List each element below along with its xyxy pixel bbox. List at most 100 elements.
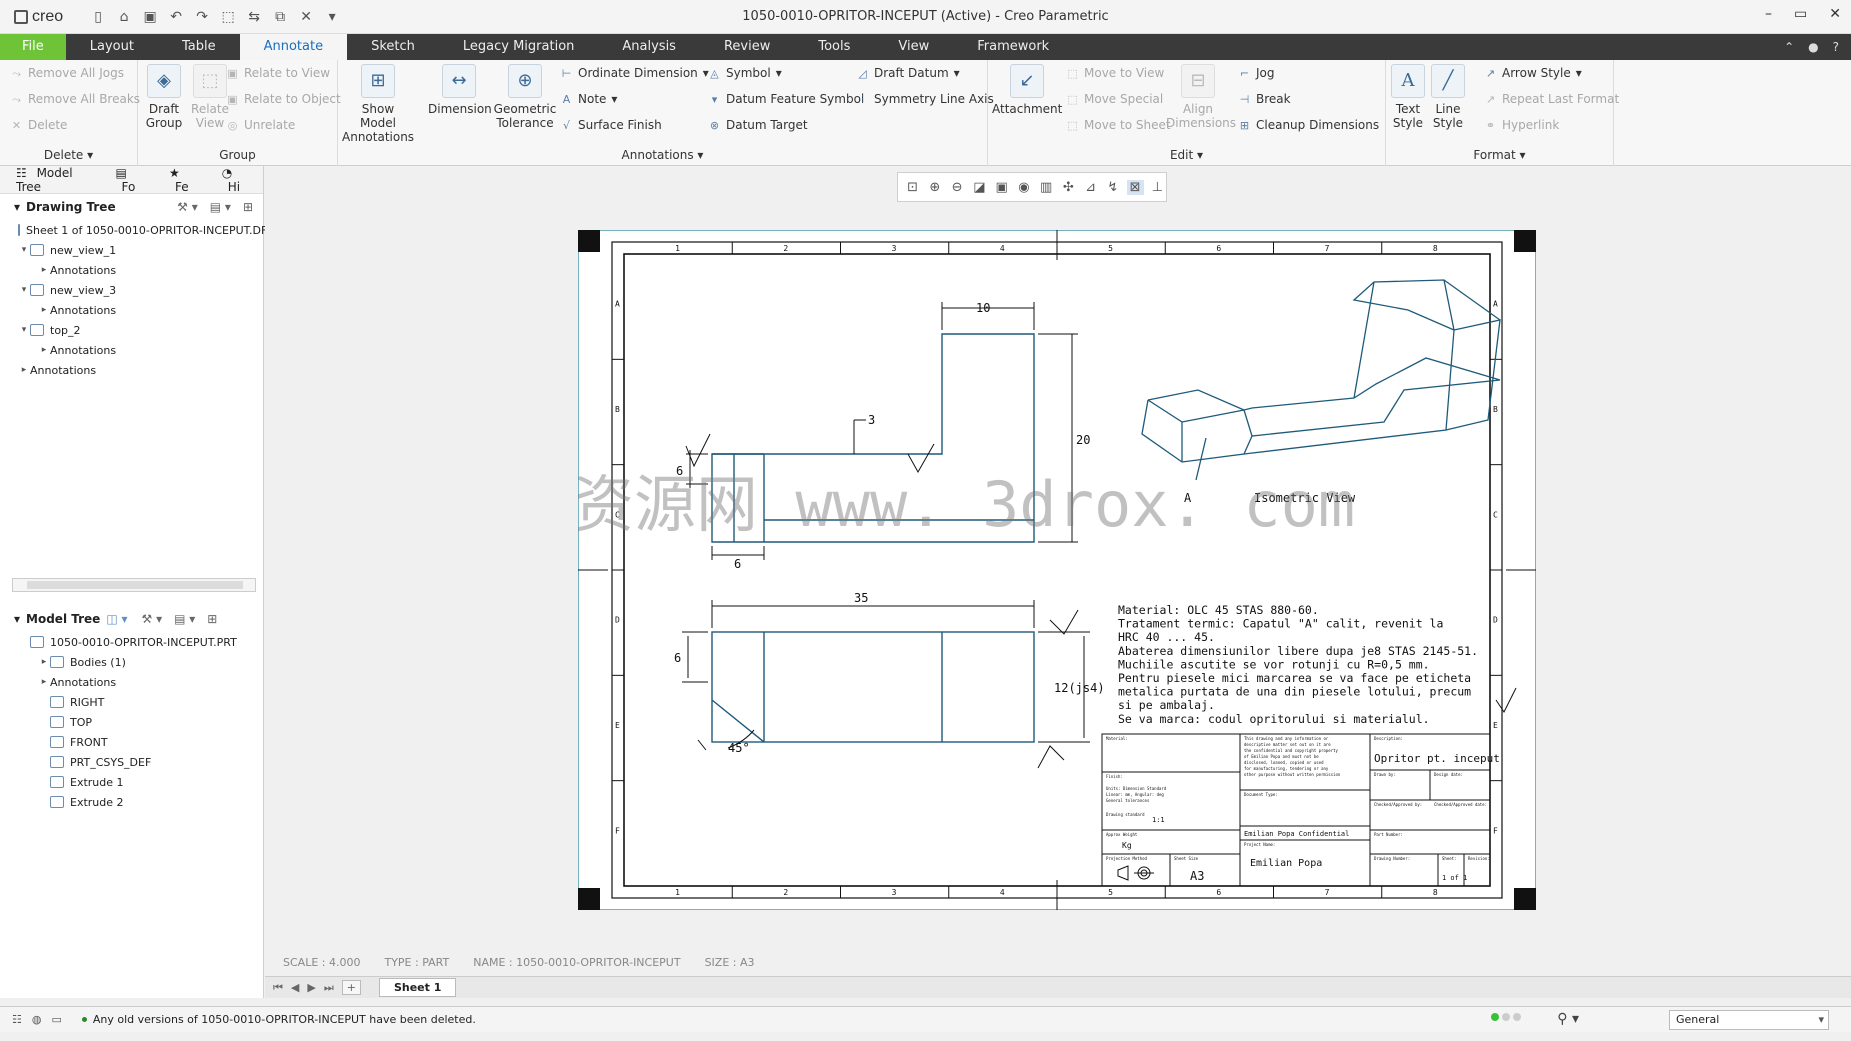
tab-sketch[interactable]: Sketch [347, 34, 439, 60]
tab-model-tree[interactable]: ☷ Model Tree [10, 163, 106, 197]
repeat-last-format-button[interactable]: ↗ Repeat Last Format [1484, 92, 1619, 106]
new-file-icon[interactable]: ▯ [89, 9, 107, 25]
cleanup-dimensions-button[interactable]: ⊞ Cleanup Dimensions [1238, 118, 1379, 132]
maximize-icon[interactable]: ▭ [1794, 6, 1807, 22]
tab-layout[interactable]: Layout [66, 34, 158, 60]
expand-arrow-icon[interactable]: ▾ [18, 285, 30, 295]
ordinate-dimension-button[interactable]: ⊢ Ordinate Dimension ▾ [560, 66, 709, 80]
jog-button[interactable]: ⌐ Jog [1238, 66, 1275, 80]
tree-node[interactable]: RIGHT [0, 692, 263, 712]
title-scale[interactable]: 1:1 [1152, 816, 1165, 824]
expand-arrow-icon[interactable]: ▾ [18, 325, 30, 335]
find-icon[interactable]: ⚲ ▾ [1557, 1011, 1579, 1027]
dim-10[interactable]: 10 [976, 301, 990, 315]
unrelate-button[interactable]: ◎ Unrelate [226, 118, 296, 132]
model-tree-show-icon[interactable]: ▤ ▾ [174, 612, 195, 626]
grid-display-icon[interactable]: ⊠ [1126, 179, 1144, 195]
model-tree-filter-icon[interactable]: ⊞ [207, 612, 217, 626]
symmetry-line-axis-button[interactable]: ⫶ Symmetry Line Axis [856, 92, 994, 106]
tab-favorites[interactable]: ★ Fe [163, 163, 212, 197]
drawing-sheet[interactable]: 10 20 3 6 6 35 6 12(js4) 45° A Isometric… [578, 230, 1536, 910]
tab-framework[interactable]: Framework [953, 34, 1073, 60]
tree-node[interactable]: ▾ top_2 [0, 320, 263, 340]
move-to-sheet-button[interactable]: ⬚ Move to Sheet [1066, 118, 1170, 132]
drawing-tree-scrollbar[interactable] [12, 578, 256, 592]
repaint-icon[interactable]: ◪ [971, 180, 988, 195]
expand-arrow-icon[interactable]: ▸ [38, 657, 50, 667]
add-sheet-icon[interactable]: + [341, 980, 361, 995]
arrow-style-button[interactable]: ↗ Arrow Style ▾ [1484, 66, 1582, 80]
spin-center-icon[interactable]: ↯ [1104, 180, 1121, 195]
datum-feature-symbol-button[interactable]: ▾ Datum Feature Symbol [708, 92, 865, 106]
delete-group-label[interactable]: Delete ▾ [0, 148, 137, 162]
close-icon[interactable]: ✕ [1829, 6, 1841, 22]
tab-table[interactable]: Table [158, 34, 240, 60]
tree-node[interactable]: Extrude 2 [0, 792, 263, 812]
graphics-area[interactable]: ⊡ ⊕ ⊖ ◪ ▣ ◉ ▥ ✣ ⊿ ↯ ⊠ ⊥ 10 20 3 6 6 35 6… [265, 166, 1851, 976]
prev-sheet-icon[interactable]: ◀ [291, 981, 299, 994]
delete-button[interactable]: ✕ Delete [10, 118, 68, 132]
model-tree-settings-icon[interactable]: ⚒ ▾ [142, 612, 163, 626]
next-sheet-icon[interactable]: ▶ [307, 981, 315, 994]
drawing-tree-header[interactable]: ▾ Drawing Tree ⚒ ▾ ▤ ▾ ⊞ [0, 194, 263, 220]
expand-arrow-icon[interactable]: ▸ [38, 265, 50, 275]
note-button[interactable]: A Note ▾ [560, 92, 618, 106]
tree-node[interactable]: TOP [0, 712, 263, 732]
tab-review[interactable]: Review [700, 34, 794, 60]
move-special-button[interactable]: ⬚ Move Special [1066, 92, 1163, 106]
refit-icon[interactable]: ⊡ [904, 180, 921, 195]
zoom-in-icon[interactable]: ⊕ [926, 180, 943, 195]
dim-6-top-view[interactable]: 6 [674, 651, 681, 665]
symbol-button[interactable]: ◬ Symbol ▾ [708, 66, 781, 80]
title-author[interactable]: Emilian Popa [1250, 858, 1322, 869]
snap-icon[interactable]: ⊥ [1149, 180, 1166, 195]
redo-icon[interactable]: ↷ [193, 9, 211, 25]
dim-12-js4[interactable]: 12(js4) [1054, 681, 1105, 695]
tree-node[interactable]: Sheet 1 of 1050-0010-OPRITOR-INCEPUT.DF [0, 220, 267, 240]
move-to-view-button[interactable]: ⬚ Move to View [1066, 66, 1164, 80]
search-help-icon[interactable]: ● [1808, 34, 1818, 60]
title-sheet-count[interactable]: 1 of 1 [1442, 874, 1467, 882]
remove-all-breaks-button[interactable]: ⤳ Remove All Breaks [10, 92, 140, 106]
tab-file[interactable]: File [0, 34, 66, 60]
title-description[interactable]: Opritor pt. inceput [1374, 752, 1500, 765]
attachment-button[interactable]: ↙ Attachment [992, 64, 1062, 116]
remove-all-jogs-button[interactable]: ⤳ Remove All Jogs [10, 66, 124, 80]
selection-filter[interactable]: General ▾ [1669, 1010, 1829, 1030]
tab-tools[interactable]: Tools [794, 34, 874, 60]
dim-35[interactable]: 35 [854, 591, 868, 605]
sheet-tab[interactable]: Sheet 1 [378, 978, 457, 997]
expand-arrow-icon[interactable]: ▸ [38, 345, 50, 355]
dimension-button[interactable]: ↔ Dimension [428, 64, 492, 116]
show-model-annotations-button[interactable]: ⊞ Show Model Annotations [342, 64, 414, 144]
view-manager-icon[interactable]: ▣ [993, 180, 1010, 195]
display-style-icon[interactable]: ◉ [1015, 180, 1032, 195]
title-weight[interactable]: Kg [1122, 841, 1132, 850]
annotation-display-icon[interactable]: ⊿ [1082, 180, 1099, 195]
datum-target-button[interactable]: ⊗ Datum Target [708, 118, 808, 132]
title-confidential[interactable]: Emilian Popa Confidential [1244, 830, 1349, 838]
tree-node[interactable]: ▸ Annotations [0, 340, 263, 360]
fullscreen-icon[interactable]: ▭ [51, 1013, 61, 1026]
relate-to-view-button[interactable]: ▣ Relate to View [226, 66, 330, 80]
tab-view[interactable]: View [874, 34, 953, 60]
tab-legacy-migration[interactable]: Legacy Migration [439, 34, 599, 60]
tree-node[interactable]: ▸ Annotations [0, 360, 263, 380]
dim-3[interactable]: 3 [868, 413, 875, 427]
annotations-group-label[interactable]: Annotations ▾ [338, 148, 987, 162]
windows-icon[interactable]: ⧉ [271, 9, 289, 25]
relate-to-object-button[interactable]: ▣ Relate to Object [226, 92, 340, 106]
dim-45-deg[interactable]: 45° [728, 741, 750, 755]
expand-arrow-icon[interactable]: ▸ [18, 365, 30, 375]
first-sheet-icon[interactable]: ⏮ [273, 981, 283, 995]
tree-node[interactable]: Extrude 1 [0, 772, 263, 792]
collapse-ribbon-icon[interactable]: ⌃ [1784, 34, 1794, 60]
last-sheet-icon[interactable]: ⏭ [324, 981, 334, 995]
browser-toggle-icon[interactable]: ◍ [32, 1013, 42, 1026]
tree-node[interactable]: FRONT [0, 732, 263, 752]
navigator-toggle-icon[interactable]: ☷ [12, 1013, 22, 1026]
tree-node[interactable]: ▸ Bodies (1) [0, 652, 263, 672]
dim-6-bottom[interactable]: 6 [734, 557, 741, 571]
open-file-icon[interactable]: ⌂ [115, 9, 133, 25]
help-icon[interactable]: ? [1833, 34, 1839, 60]
